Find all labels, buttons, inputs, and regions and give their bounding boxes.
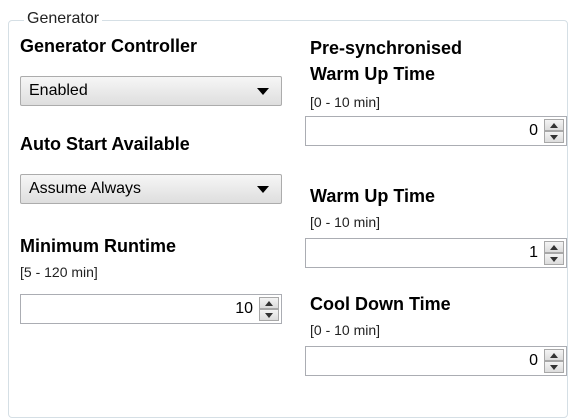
spin-up-button[interactable]	[259, 297, 279, 309]
spin-down-button[interactable]	[544, 361, 564, 373]
arrow-down-icon	[265, 313, 273, 318]
warmup-value: 1	[529, 244, 538, 261]
minimum-runtime-label: Minimum Runtime	[20, 236, 176, 256]
group-title: Generator	[24, 10, 103, 28]
presync-warmup-label-line2: Warm Up Time	[310, 64, 436, 84]
presync-warmup-label-line1: Pre-synchronised	[310, 38, 463, 58]
spin-down-button[interactable]	[544, 253, 564, 265]
chevron-down-icon	[257, 88, 269, 95]
warmup-spinner[interactable]: 1	[305, 238, 567, 268]
chevron-down-icon	[257, 186, 269, 193]
spin-up-button[interactable]	[544, 241, 564, 253]
cooldown-label: Cool Down Time	[310, 294, 451, 314]
presync-warmup-spinner[interactable]: 0	[305, 116, 567, 146]
minimum-runtime-range: [5 - 120 min]	[20, 264, 98, 280]
arrow-up-icon	[265, 301, 273, 306]
spin-down-button[interactable]	[259, 309, 279, 321]
spin-down-button[interactable]	[544, 131, 564, 143]
arrow-down-icon	[550, 257, 558, 262]
spin-up-button[interactable]	[544, 119, 564, 131]
arrow-down-icon	[550, 365, 558, 370]
generator-controller-label: Generator Controller	[20, 36, 198, 56]
spin-up-button[interactable]	[544, 349, 564, 361]
arrow-up-icon	[550, 123, 558, 128]
cooldown-value: 0	[529, 352, 538, 369]
auto-start-select[interactable]: Assume Always	[20, 174, 282, 204]
warmup-label: Warm Up Time	[310, 186, 436, 206]
generator-controller-value: Enabled	[29, 82, 88, 99]
minimum-runtime-value: 10	[235, 300, 253, 317]
cooldown-spinner[interactable]: 0	[305, 346, 567, 376]
presync-warmup-range: [0 - 10 min]	[310, 94, 381, 110]
arrow-up-icon	[550, 245, 558, 250]
presync-warmup-value: 0	[529, 122, 538, 139]
cooldown-range: [0 - 10 min]	[310, 322, 381, 338]
arrow-down-icon	[550, 135, 558, 140]
minimum-runtime-spinner[interactable]: 10	[20, 294, 282, 324]
arrow-up-icon	[550, 353, 558, 358]
auto-start-label: Auto Start Available	[20, 134, 190, 154]
generator-controller-select[interactable]: Enabled	[20, 76, 282, 106]
warmup-range: [0 - 10 min]	[310, 214, 381, 230]
auto-start-value: Assume Always	[29, 180, 142, 197]
